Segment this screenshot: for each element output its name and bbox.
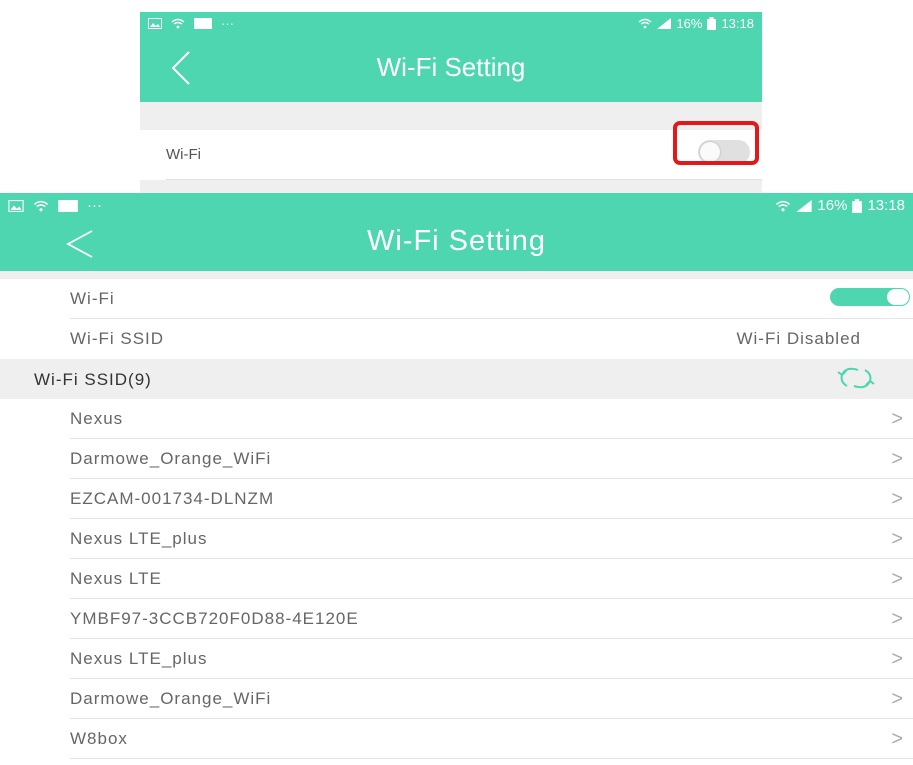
page-title: Wi-Fi Setting: [376, 52, 526, 82]
network-name: Nexus LTE_plus: [70, 529, 208, 548]
network-name: W8box: [70, 729, 128, 748]
network-name: Nexus LTE_plus: [70, 649, 208, 668]
cell-signal-icon: [657, 18, 672, 29]
network-name: Nexus LTE: [70, 569, 162, 588]
clock: 13:18: [867, 197, 905, 214]
wifi-label: Wi-Fi: [166, 146, 201, 163]
wifi-off-screenshot: ··· 16% 13:18 Wi-Fi Setting Wi-Fi: [140, 12, 762, 193]
status-dots: ···: [87, 197, 102, 214]
chevron-right-icon: >: [891, 408, 903, 430]
app-bar: Wi-Fi Setting: [140, 36, 762, 102]
network-item[interactable]: Darmowe_Orange_WiFi >: [0, 439, 913, 479]
app-bar: Wi-Fi Setting: [0, 219, 913, 271]
wifi-signal-icon: [776, 200, 791, 211]
network-item[interactable]: Nexus >: [0, 399, 913, 439]
battery-percent: 16%: [676, 16, 703, 31]
battery-icon: [707, 17, 717, 30]
network-item[interactable]: Darmowe_Orange_WiFi >: [0, 679, 913, 719]
clock: 13:18: [721, 16, 754, 31]
wifi-toggle[interactable]: [830, 288, 910, 306]
status-bar: ··· 16% 13:18: [0, 193, 913, 219]
wifi-signal-icon: [638, 18, 652, 29]
network-name: YMBF97-3CCB720F0D88-4E120E: [70, 609, 359, 628]
media-icon: [58, 199, 78, 212]
refresh-icon[interactable]: [836, 365, 876, 391]
wifi-ssid-value: Wi-Fi Disabled: [736, 329, 861, 348]
network-item[interactable]: Nexus LTE_plus >: [0, 639, 913, 679]
chevron-right-icon: >: [891, 568, 903, 590]
network-name: Darmowe_Orange_WiFi: [70, 449, 272, 468]
chevron-right-icon: >: [891, 648, 903, 670]
wifi-ssid-row[interactable]: Wi-Fi SSID Wi-Fi Disabled: [0, 319, 913, 359]
chevron-right-icon: >: [891, 448, 903, 470]
network-item[interactable]: Nexus LTE >: [0, 559, 913, 599]
network-item[interactable]: EZCAM-001734-DLNZM >: [0, 479, 913, 519]
divider: [70, 758, 913, 759]
cell-signal-icon: [796, 199, 813, 212]
battery-icon: [852, 198, 863, 213]
network-name: Nexus: [70, 409, 124, 428]
wifi-row: Wi-Fi: [0, 279, 913, 319]
chevron-right-icon: >: [891, 528, 903, 550]
network-item[interactable]: W8box >: [0, 719, 913, 759]
toggle-highlight-box: [673, 121, 759, 165]
toggle-knob: [887, 289, 909, 305]
status-dots: ···: [221, 16, 234, 31]
wifi-ssid-label: Wi-Fi SSID: [70, 329, 165, 348]
status-bar: ··· 16% 13:18: [140, 12, 762, 36]
network-name: EZCAM-001734-DLNZM: [70, 489, 275, 508]
page-title: Wi-Fi Setting: [367, 225, 546, 257]
wifi-row: Wi-Fi: [140, 130, 762, 180]
divider: [166, 179, 762, 180]
media-icon: [194, 18, 212, 29]
network-name: Darmowe_Orange_WiFi: [70, 689, 272, 708]
network-item[interactable]: Nexus LTE_plus >: [0, 519, 913, 559]
wifi-status-icon: [171, 18, 185, 29]
gallery-icon: [8, 199, 24, 212]
network-item[interactable]: YMBF97-3CCB720F0D88-4E120E >: [0, 599, 913, 639]
gallery-icon: [148, 18, 162, 29]
chevron-right-icon: >: [891, 688, 903, 710]
wifi-on-screenshot: ··· 16% 13:18 Wi-Fi Setting Wi-Fi Wi-Fi …: [0, 193, 913, 765]
wifi-label: Wi-Fi: [70, 289, 115, 308]
wifi-status-icon: [33, 200, 49, 211]
chevron-right-icon: >: [891, 728, 903, 750]
battery-percent: 16%: [817, 197, 848, 214]
ssid-list-title: Wi-Fi SSID(9): [34, 370, 152, 389]
chevron-right-icon: >: [891, 488, 903, 510]
chevron-right-icon: >: [891, 608, 903, 630]
ssid-list-header: Wi-Fi SSID(9): [0, 359, 913, 399]
